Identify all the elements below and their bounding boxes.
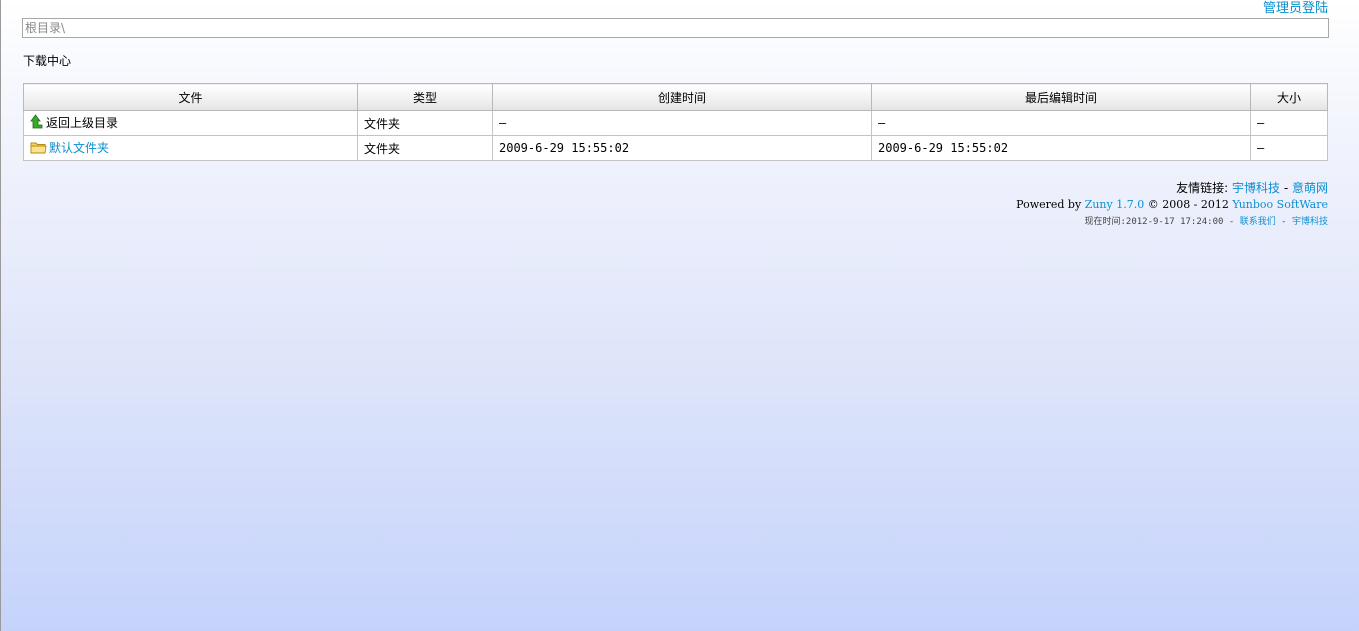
- admin-login-link[interactable]: 管理员登陆: [1263, 0, 1328, 16]
- column-header-size: 大小: [1250, 83, 1328, 111]
- arrow-up-icon: [30, 114, 44, 132]
- separator: -: [1280, 181, 1292, 195]
- column-header-file: 文件: [23, 83, 358, 111]
- yunboo-link[interactable]: Yunboo SoftWare: [1232, 198, 1328, 211]
- file-name-cell[interactable]: 返回上级目录: [23, 110, 358, 136]
- size-cell: —: [1250, 135, 1328, 161]
- separator: -: [1275, 217, 1292, 227]
- modified-cell: 2009-6-29 15:55:02: [871, 135, 1251, 161]
- default-folder-link[interactable]: 默认文件夹: [49, 141, 109, 155]
- footer: 友情链接: 宇博科技 - 意萌网 Powered by Zuny 1.7.0 ©…: [1016, 180, 1328, 230]
- copyright-text: © 2008 - 2012: [1144, 198, 1233, 211]
- column-header-modified: 最后编辑时间: [871, 83, 1251, 111]
- page-title: 下载中心: [23, 54, 72, 68]
- modified-cell: —: [871, 110, 1251, 136]
- file-name-cell[interactable]: 默认文件夹: [23, 135, 358, 161]
- type-cell: 文件夹: [357, 110, 493, 136]
- path-breadcrumb-field: 根目录\: [22, 18, 1329, 38]
- zuny-link[interactable]: Zuny 1.7.0: [1085, 198, 1145, 211]
- powered-by-prefix: Powered by: [1016, 198, 1085, 211]
- created-cell: —: [492, 110, 872, 136]
- current-time-text: 现在时间:2012-9-17 17:24:00: [1084, 217, 1224, 227]
- column-header-created: 创建时间: [492, 83, 872, 111]
- created-cell: 2009-6-29 15:55:02: [492, 135, 872, 161]
- friend-link-yimeng[interactable]: 意萌网: [1292, 181, 1328, 195]
- type-cell: 文件夹: [357, 135, 493, 161]
- file-table: 文件 类型 创建时间 最后编辑时间 大小 返回上级目录 文件夹 — — — 默认…: [23, 83, 1328, 161]
- contact-us-link[interactable]: 联系我们: [1240, 217, 1276, 227]
- friend-links: 友情链接: 宇博科技 - 意萌网: [1016, 180, 1328, 196]
- current-time-line: 现在时间:2012-9-17 17:24:00 - 联系我们 - 宇博科技: [1016, 214, 1328, 230]
- size-cell: —: [1250, 110, 1328, 136]
- footer-link-yubo[interactable]: 宇博科技: [1292, 217, 1328, 227]
- separator: -: [1223, 217, 1240, 227]
- friend-link-yubo[interactable]: 宇博科技: [1232, 181, 1280, 195]
- folder-icon: [30, 141, 47, 157]
- table-header-row: 文件 类型 创建时间 最后编辑时间 大小: [23, 83, 1328, 111]
- table-row[interactable]: 默认文件夹 文件夹 2009-6-29 15:55:02 2009-6-29 1…: [23, 135, 1328, 161]
- powered-by-line: Powered by Zuny 1.7.0 © 2008 - 2012 Yunb…: [1016, 196, 1328, 214]
- table-row[interactable]: 返回上级目录 文件夹 — — —: [23, 110, 1328, 136]
- parent-directory-label[interactable]: 返回上级目录: [46, 116, 118, 130]
- column-header-type: 类型: [357, 83, 493, 111]
- friend-links-label: 友情链接:: [1176, 181, 1229, 195]
